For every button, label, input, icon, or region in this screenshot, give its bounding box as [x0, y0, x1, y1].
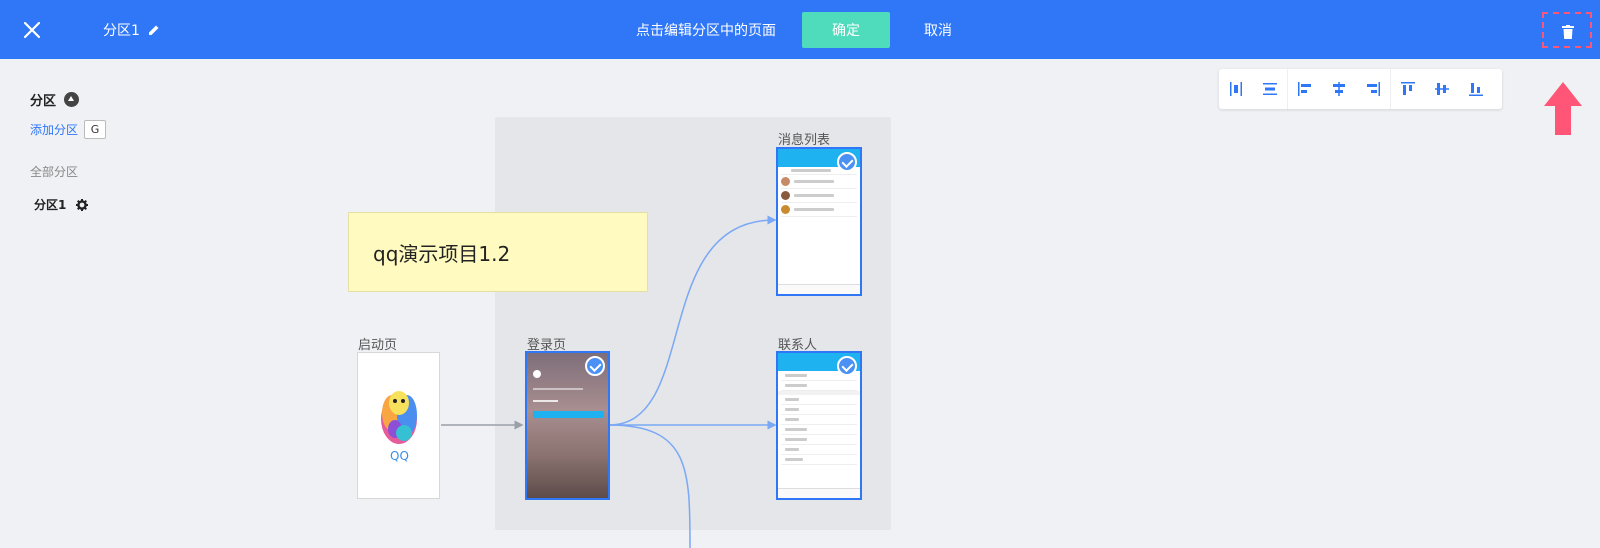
distribute-horizontal-icon[interactable]	[1219, 69, 1253, 109]
page-label: 消息列表	[778, 133, 831, 148]
connector-login-below	[608, 424, 691, 548]
sticky-note[interactable]: qq演示项目1.2	[348, 212, 648, 292]
selected-check-icon	[837, 152, 857, 172]
page-label: 启动页	[358, 338, 398, 353]
splash-logo-text: QQ	[390, 449, 409, 463]
align-center-horizontal-icon[interactable]	[1322, 69, 1356, 109]
guide-arrow-icon	[1544, 82, 1582, 135]
selected-check-icon	[837, 356, 857, 376]
login-logo-icon	[533, 370, 541, 378]
page-thumb-messages[interactable]	[776, 147, 862, 296]
page-thumb-login[interactable]	[525, 351, 610, 500]
align-middle-vertical-icon[interactable]	[1425, 69, 1459, 109]
align-left-icon[interactable]	[1288, 69, 1322, 109]
sticky-note-text: qq演示项目1.2	[373, 241, 511, 266]
alignment-toolbar	[1219, 69, 1502, 109]
distribute-vertical-icon[interactable]	[1253, 69, 1287, 109]
align-bottom-icon[interactable]	[1459, 69, 1493, 109]
page-thumb-splash[interactable]: QQ	[357, 352, 440, 499]
qq-penguin-logo-icon	[381, 391, 417, 444]
align-top-icon[interactable]	[1391, 69, 1425, 109]
selected-check-icon	[585, 356, 605, 376]
login-button-thumb	[533, 411, 604, 418]
page-thumb-contacts[interactable]	[776, 351, 862, 500]
align-right-icon[interactable]	[1356, 69, 1390, 109]
